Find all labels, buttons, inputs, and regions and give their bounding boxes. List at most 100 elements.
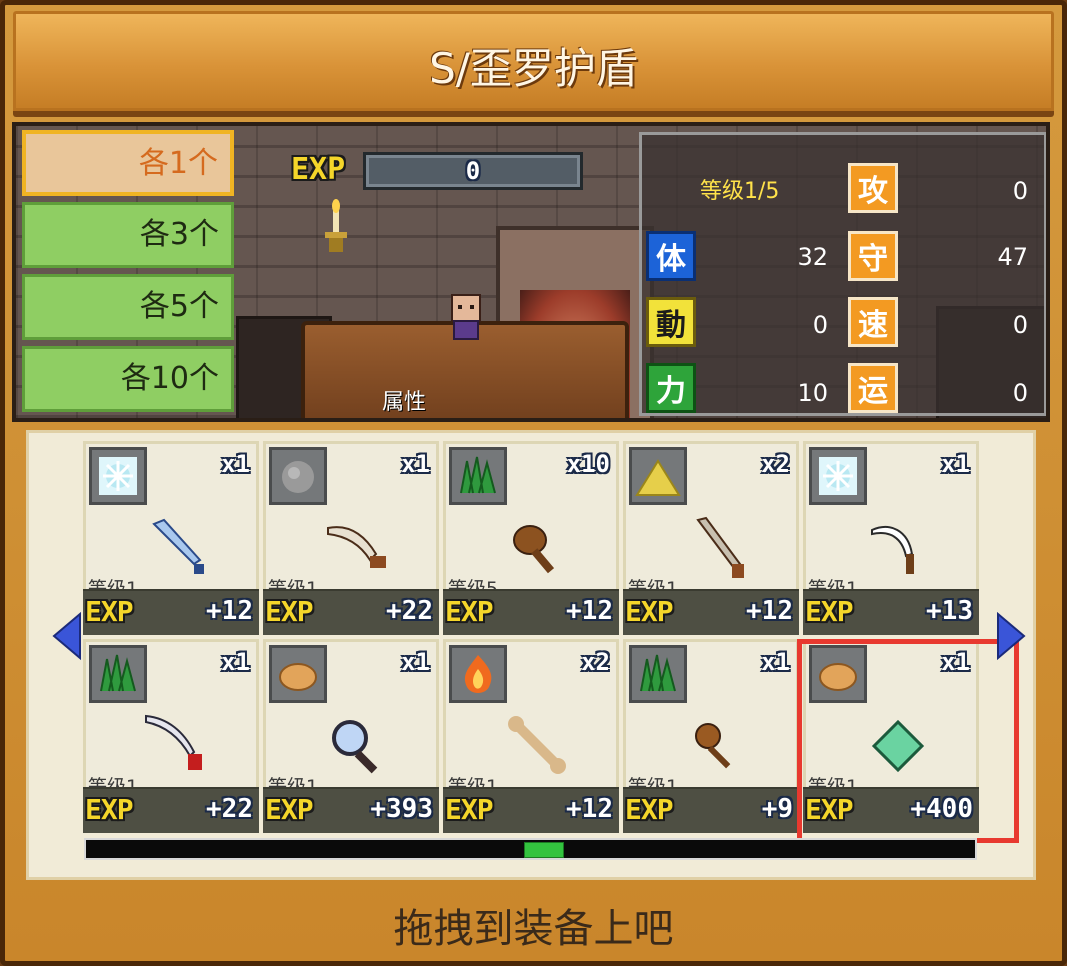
defense-value: 47 <box>997 243 1028 271</box>
snowflake-icon <box>809 447 867 505</box>
material-card[interactable]: x1等级1EXP+12 <box>83 441 259 635</box>
luck-value: 0 <box>1012 379 1028 407</box>
katana-icon <box>145 714 202 770</box>
mace-icon <box>695 723 731 769</box>
scrollbar[interactable] <box>84 838 977 860</box>
exp-tag: EXP <box>625 595 674 628</box>
attack-value: 0 <box>1012 177 1028 205</box>
item-count: x1 <box>401 648 430 676</box>
qty-button-10[interactable]: 各10个 <box>22 346 234 412</box>
exp-gain-bar: EXP +13 <box>803 589 979 635</box>
exp-tag: EXP <box>625 793 674 826</box>
exp-tag: EXP <box>85 793 134 826</box>
magnifier-icon <box>332 720 378 774</box>
exp-tag: EXP <box>445 595 494 628</box>
material-card[interactable]: x1等级1EXP+9 <box>623 639 799 833</box>
item-count: x1 <box>221 648 250 676</box>
scrollbar-thumb[interactable] <box>524 842 564 858</box>
item-count: x1 <box>941 648 970 676</box>
material-card[interactable]: x1等级1EXP+400 <box>803 639 979 833</box>
wooden-blade-icon <box>696 516 744 578</box>
exp-gain-bar: EXP +22 <box>263 589 439 635</box>
exp-gain-bar: EXP +9 <box>623 787 799 833</box>
exp-gain-bar: EXP +12 <box>83 589 259 635</box>
strength-icon: 力 <box>646 363 696 413</box>
attribute-label: 属性 <box>382 390 427 415</box>
item-count: x1 <box>941 450 970 478</box>
material-inventory: x1等级1EXP+12x1等级1EXP+22x10等级5EXP+12x2等级1E… <box>26 430 1036 880</box>
exp-gain: +22 <box>206 794 253 824</box>
fire-icon <box>449 645 507 703</box>
exp-total-value: 0 <box>465 157 481 185</box>
exp-gain-bar: EXP +12 <box>443 589 619 635</box>
green-book-icon <box>871 719 925 773</box>
page-left-arrow-icon[interactable] <box>52 612 82 660</box>
snowflake-icon <box>89 447 147 505</box>
grass-icon <box>449 447 507 505</box>
exp-tag: EXP <box>805 595 854 628</box>
stone-icon <box>269 447 327 505</box>
strength-value: 10 <box>797 379 828 407</box>
exp-badge-label: EXP <box>291 152 346 187</box>
bread-icon <box>809 645 867 703</box>
exp-tag: EXP <box>805 793 854 826</box>
material-card[interactable]: x2等级1EXP+12 <box>623 441 799 635</box>
bread-icon <box>269 645 327 703</box>
equipment-level: 等级1/5 <box>700 179 780 204</box>
candle-icon <box>325 199 347 252</box>
exp-tag: EXP <box>265 793 314 826</box>
feather-sword-icon <box>152 518 204 574</box>
exp-gain: +13 <box>926 596 973 626</box>
exp-gain-bar: EXP +393 <box>263 787 439 833</box>
speed-value: 0 <box>1012 311 1028 339</box>
exp-gain-bar: EXP +12 <box>443 787 619 833</box>
stats-panel: 等级1/5 攻 0 体 32 守 47 動 0 速 0 力 10 运 0 <box>639 132 1046 416</box>
item-count: x1 <box>401 450 430 478</box>
exp-gain-bar: EXP +400 <box>803 787 979 833</box>
exp-gain: +400 <box>910 794 973 824</box>
exp-tag: EXP <box>85 595 134 628</box>
page-right-arrow-icon[interactable] <box>996 612 1026 660</box>
work-icon: 動 <box>646 297 696 347</box>
material-card[interactable]: x1等级1EXP+22 <box>83 639 259 833</box>
defense-icon: 守 <box>848 231 898 281</box>
bone-icon <box>508 716 566 774</box>
material-card[interactable]: x1等级1EXP+13 <box>803 441 979 635</box>
grass-icon <box>629 645 687 703</box>
qty-button-3[interactable]: 各3个 <box>22 202 234 268</box>
material-card[interactable]: x1等级1EXP+22 <box>263 441 439 635</box>
luck-icon: 运 <box>848 363 898 413</box>
exp-total-field: 0 <box>363 152 583 190</box>
exp-gain-bar: EXP +22 <box>83 787 259 833</box>
exp-gain-bar: EXP +12 <box>623 589 799 635</box>
exp-gain: +12 <box>746 596 793 626</box>
sand-icon <box>629 447 687 505</box>
exp-gain: +22 <box>386 596 433 626</box>
exp-gain: +393 <box>370 794 433 824</box>
character-sprite <box>451 294 481 340</box>
hp-value: 32 <box>797 243 828 271</box>
material-card[interactable]: x10等级5EXP+12 <box>443 441 619 635</box>
hp-icon: 体 <box>646 231 696 281</box>
speed-icon: 速 <box>848 297 898 347</box>
machete-icon <box>327 526 386 568</box>
sickle-icon <box>871 526 914 574</box>
exp-gain: +12 <box>566 596 613 626</box>
drag-hint: 拖拽到装备上吧 <box>393 906 674 952</box>
qty-button-5[interactable]: 各5个 <box>22 274 234 340</box>
work-value: 0 <box>812 311 828 339</box>
material-card[interactable]: x1等级1EXP+393 <box>263 639 439 833</box>
qty-button-1[interactable]: 各1个 <box>22 130 234 196</box>
attack-icon: 攻 <box>848 163 898 213</box>
exp-gain: +9 <box>761 794 793 824</box>
item-count: x2 <box>761 450 790 478</box>
material-card[interactable]: x2等级1EXP+12 <box>443 639 619 833</box>
exp-gain: +12 <box>206 596 253 626</box>
grass-icon <box>89 645 147 703</box>
item-count: x2 <box>581 648 610 676</box>
exp-badge: EXP <box>291 152 345 187</box>
club-icon <box>513 525 555 574</box>
shop-scene: 属性 各1个 各3个 各5个 各10个 EXP 0 等级1/5 攻 0 体 32… <box>12 122 1050 422</box>
dialog-title: S/歪罗护盾 <box>429 44 638 93</box>
item-count: x10 <box>566 450 610 478</box>
